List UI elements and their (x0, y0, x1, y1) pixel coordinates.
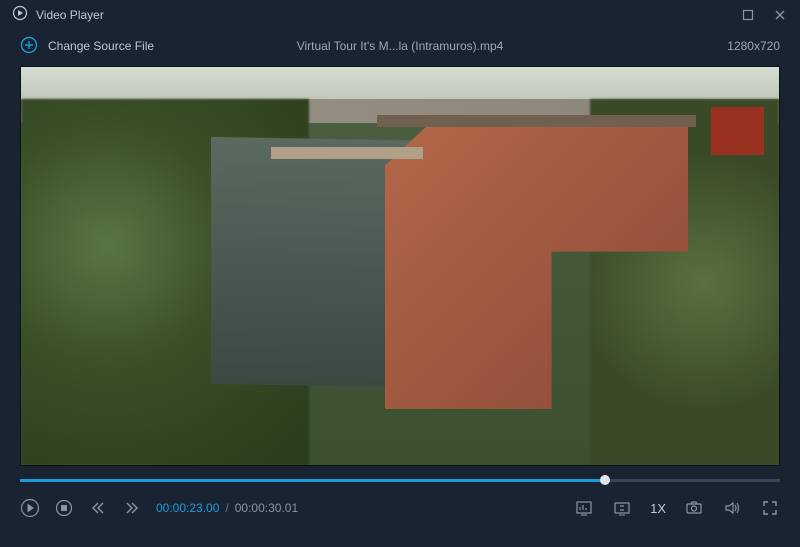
current-time: 00:00:23.00 (156, 501, 219, 515)
analytics-button[interactable] (574, 498, 594, 518)
change-source-label: Change Source File (48, 39, 154, 53)
progress-bar[interactable] (20, 476, 780, 486)
frame-forward-button[interactable] (122, 498, 142, 518)
volume-button[interactable] (722, 498, 742, 518)
frame-back-button[interactable] (88, 498, 108, 518)
close-button[interactable] (772, 7, 788, 23)
fullscreen-button[interactable] (760, 498, 780, 518)
controls-bar: 00:00:23.00 / 00:00:30.01 1X (0, 486, 800, 530)
app-icon (12, 5, 28, 26)
stop-button[interactable] (54, 498, 74, 518)
resolution-label: 1280x720 (727, 39, 780, 53)
progress-fill (20, 479, 605, 482)
subtitle-button[interactable] (612, 498, 632, 518)
play-button[interactable] (20, 498, 40, 518)
filename-label: Virtual Tour It's M...la (Intramuros).mp… (297, 39, 504, 53)
titlebar: Video Player (0, 0, 800, 30)
plus-icon (20, 36, 38, 57)
total-time: 00:00:30.01 (235, 501, 298, 515)
subheader: Change Source File Virtual Tour It's M..… (0, 30, 800, 62)
video-viewport[interactable] (20, 66, 780, 466)
titlebar-left: Video Player (12, 5, 104, 26)
controls-right: 1X (574, 498, 780, 518)
app-title: Video Player (36, 8, 104, 22)
video-frame (21, 67, 779, 465)
progress-handle[interactable] (600, 475, 610, 485)
snapshot-button[interactable] (684, 498, 704, 518)
speed-button[interactable]: 1X (650, 501, 666, 516)
time-separator: / (225, 501, 228, 515)
change-source-button[interactable]: Change Source File (20, 36, 154, 57)
window-controls (740, 7, 788, 23)
maximize-button[interactable] (740, 7, 756, 23)
